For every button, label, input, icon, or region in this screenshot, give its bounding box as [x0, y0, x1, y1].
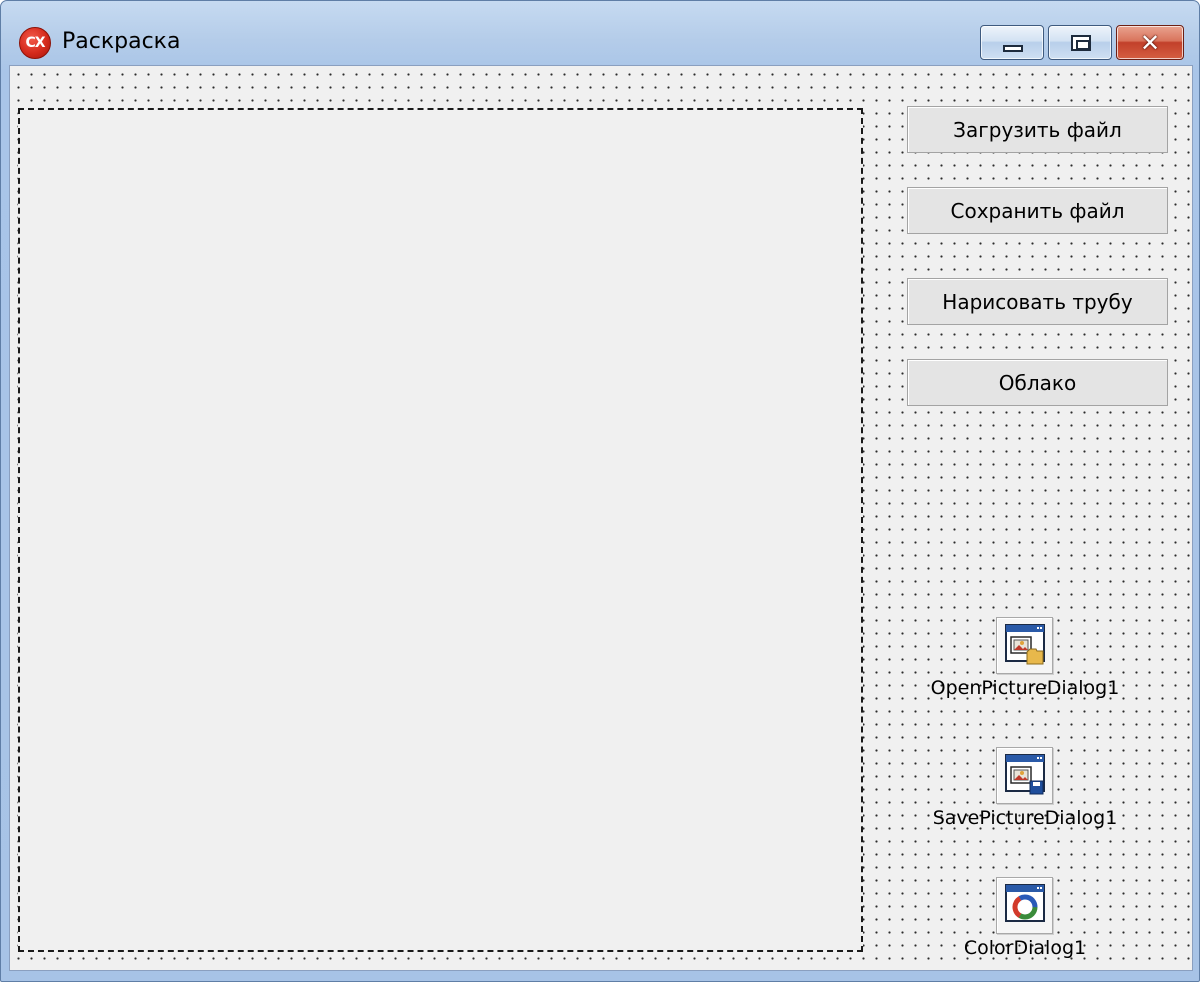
form-design-surface[interactable]: Загрузить файл Сохранить файл Нарисовать… — [9, 65, 1193, 971]
save-picture-dialog-icon[interactable] — [996, 747, 1053, 804]
minimize-button[interactable] — [980, 25, 1044, 60]
maximize-button[interactable] — [1048, 25, 1112, 60]
title-bar[interactable]: CX Раскраска ✕ — [1, 1, 1199, 65]
load-file-button[interactable]: Загрузить файл — [907, 106, 1168, 153]
minimize-icon — [1003, 45, 1023, 52]
color-dialog-icon[interactable] — [996, 877, 1053, 934]
close-icon: ✕ — [1139, 28, 1161, 57]
image-canvas[interactable] — [18, 108, 863, 952]
cx-app-icon[interactable]: CX — [19, 27, 51, 59]
color-dialog-label: ColorDialog1 — [963, 937, 1087, 959]
save-picture-dialog-label: SavePictureDialog1 — [932, 807, 1118, 829]
maximize-icon — [1071, 35, 1091, 51]
open-picture-dialog-label: OpenPictureDialog1 — [930, 677, 1120, 699]
close-button[interactable]: ✕ — [1116, 25, 1184, 60]
open-picture-dialog-icon[interactable] — [996, 617, 1053, 674]
application-window: CX Раскраска ✕ Загрузить файл Сохранить … — [0, 0, 1200, 982]
window-title: Раскраска — [62, 29, 181, 54]
cloud-button[interactable]: Облако — [907, 359, 1168, 406]
save-file-button[interactable]: Сохранить файл — [907, 187, 1168, 234]
draw-pipe-button[interactable]: Нарисовать трубу — [907, 278, 1168, 325]
app-icon-text: CX — [25, 35, 45, 51]
